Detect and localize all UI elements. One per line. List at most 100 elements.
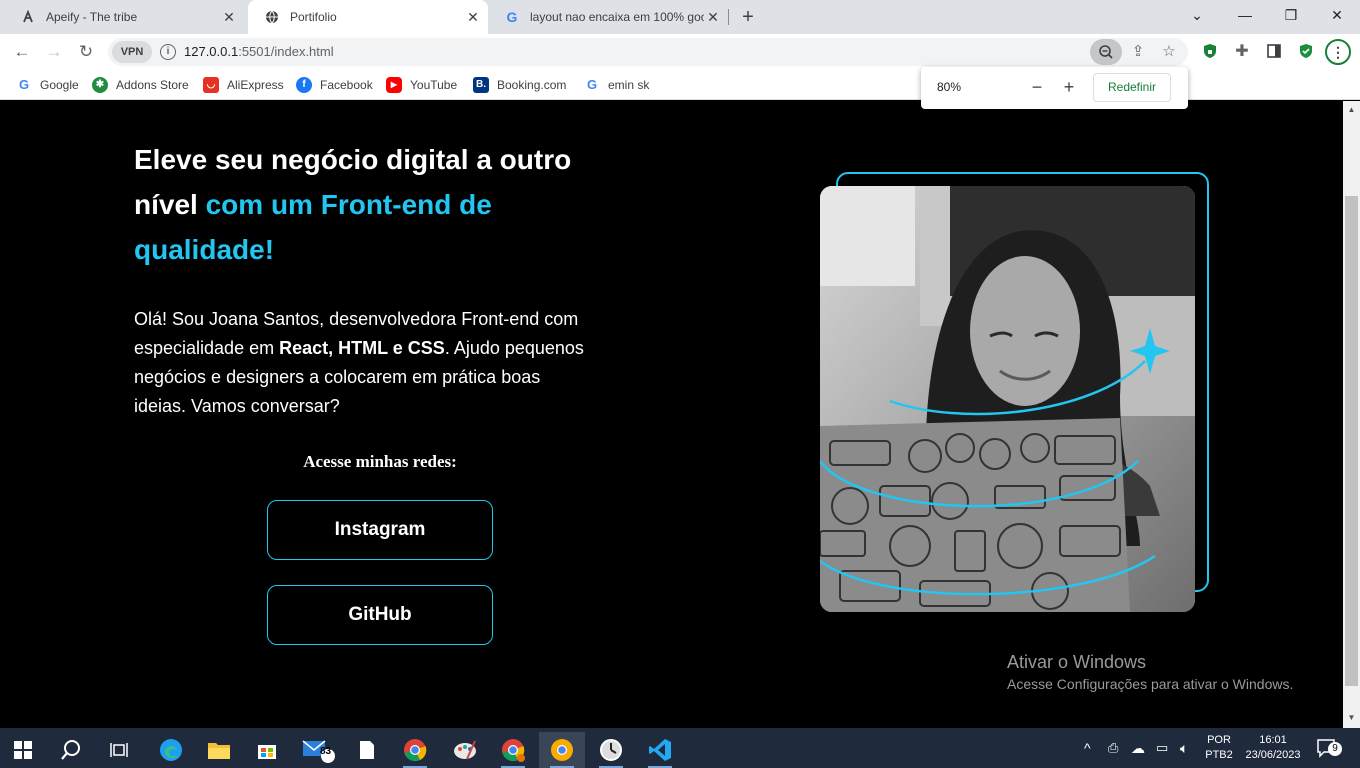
shield-extension-icon[interactable] xyxy=(1201,43,1219,61)
youtube-icon: ▶ xyxy=(386,77,402,93)
tab-separator xyxy=(728,9,729,25)
google-icon: G xyxy=(506,9,518,25)
profile-photo-illustration xyxy=(820,186,1195,612)
chrome-profile-taskbar-button[interactable] xyxy=(490,732,536,768)
notepad-taskbar-button[interactable] xyxy=(344,732,390,768)
close-tab-icon[interactable]: ✕ xyxy=(464,8,482,26)
side-panel-icon[interactable] xyxy=(1265,43,1283,61)
edge-icon xyxy=(160,739,182,761)
adblock-shield-icon[interactable] xyxy=(1297,43,1315,61)
restore-button[interactable]: ❐ xyxy=(1268,0,1314,30)
edge-taskbar-button[interactable] xyxy=(148,732,194,768)
volume-icon[interactable]: 🔈︎ xyxy=(1180,728,1188,768)
url-host: 127.0.0.1 xyxy=(184,44,239,59)
task-view-button[interactable] xyxy=(96,732,142,768)
mail-taskbar-button[interactable]: 83 xyxy=(296,732,342,768)
windows-activation-watermark: Ativar o Windows Acesse Configurações pa… xyxy=(1007,652,1293,692)
reload-button[interactable]: ↻ xyxy=(76,42,96,62)
clock-icon xyxy=(600,739,622,761)
intro-skills: React, HTML e CSS xyxy=(279,338,445,358)
instagram-button[interactable]: Instagram xyxy=(267,500,493,560)
zoom-in-button[interactable]: + xyxy=(1058,76,1080,98)
language-code: POR xyxy=(1207,734,1231,746)
device-icon[interactable]: ⎙ xyxy=(1108,728,1118,768)
vscode-icon xyxy=(649,739,671,761)
browser-menu-button[interactable]: ⋮ xyxy=(1325,39,1351,65)
site-info-icon[interactable]: i xyxy=(160,44,176,60)
bookmark-booking[interactable]: B. Booking.com xyxy=(473,76,566,94)
page-viewport: Eleve seu negócio digital a outro nível … xyxy=(0,101,1343,728)
browser-toolbar: ← → ↻ VPN i 127.0.0.1:5501/index.html ⇪ … xyxy=(0,34,1360,70)
extensions-puzzle-icon[interactable]: ✚ xyxy=(1233,43,1251,61)
github-button[interactable]: GitHub xyxy=(267,585,493,645)
close-tab-icon[interactable]: ✕ xyxy=(704,8,722,26)
show-hidden-icons-button[interactable]: ^ xyxy=(1084,728,1091,768)
addons-store-icon: ✱ xyxy=(92,77,108,93)
search-button[interactable] xyxy=(48,732,94,768)
zoom-magnifier-icon xyxy=(1099,45,1113,59)
bookmark-addons-store[interactable]: ✱ Addons Store xyxy=(92,76,189,94)
store-taskbar-button[interactable] xyxy=(244,732,290,768)
zoom-out-button[interactable]: − xyxy=(1026,76,1048,98)
zoom-popup: 80% − + Redefinir xyxy=(921,67,1188,109)
address-bar[interactable]: VPN i 127.0.0.1:5501/index.html ⇪ ☆ xyxy=(108,38,1188,66)
network-icon[interactable]: ▭ xyxy=(1156,728,1168,768)
globe-icon xyxy=(264,9,280,25)
facebook-icon: f xyxy=(296,77,312,93)
clock-app-taskbar-button[interactable] xyxy=(588,732,634,768)
onedrive-cloud-icon[interactable]: ☁ xyxy=(1131,728,1145,768)
forward-button[interactable]: → xyxy=(44,42,64,62)
bookmark-label: Addons Store xyxy=(116,78,189,92)
chrome-icon xyxy=(502,739,525,762)
clock[interactable]: 16:01 23/06/2023 xyxy=(1240,728,1306,768)
bookmark-facebook[interactable]: f Facebook xyxy=(296,76,373,94)
input-language-indicator[interactable]: POR PTB2 xyxy=(1200,728,1238,768)
google-icon: G xyxy=(586,77,598,92)
zoom-indicator-button[interactable] xyxy=(1090,39,1122,65)
bookmark-label: Booking.com xyxy=(497,78,567,92)
notifications-button[interactable]: 9 xyxy=(1316,728,1342,768)
close-tab-icon[interactable]: ✕ xyxy=(220,8,238,26)
bookmark-star-icon[interactable]: ☆ xyxy=(1160,43,1178,61)
file-explorer-taskbar-button[interactable] xyxy=(196,732,242,768)
clock-time: 16:01 xyxy=(1259,734,1287,746)
zoom-reset-button[interactable]: Redefinir xyxy=(1093,73,1171,102)
start-button[interactable] xyxy=(0,732,46,768)
bookmark-google[interactable]: G Google xyxy=(16,76,79,94)
tab-search-icon[interactable]: ⌄ xyxy=(1174,0,1220,30)
profile-photo xyxy=(820,186,1195,612)
activation-subtitle: Acesse Configurações para ativar o Windo… xyxy=(1007,676,1294,692)
search-icon xyxy=(61,740,80,760)
vscode-taskbar-button[interactable] xyxy=(637,732,683,768)
new-tab-button[interactable]: + xyxy=(737,6,759,28)
activation-title: Ativar o Windows xyxy=(1007,652,1147,672)
bookmark-youtube[interactable]: ▶ YouTube xyxy=(386,76,457,94)
tab-google-search[interactable]: G layout nao encaixa em 100% goo ✕ xyxy=(488,0,728,34)
bookmark-label: YouTube xyxy=(410,78,458,92)
chrome-taskbar-button[interactable] xyxy=(392,732,438,768)
url-path: :5501/index.html xyxy=(238,44,334,59)
close-window-button[interactable]: ✕ xyxy=(1314,0,1360,30)
page-scrollbar[interactable]: ▲ ▼ xyxy=(1343,101,1360,728)
tab-portfolio[interactable]: Portifolio ✕ xyxy=(248,0,488,34)
url-text[interactable]: 127.0.0.1:5501/index.html xyxy=(184,44,334,59)
chrome-canary-taskbar-button[interactable] xyxy=(539,732,585,768)
vpn-badge[interactable]: VPN xyxy=(112,41,152,63)
scroll-up-arrow-icon[interactable]: ▲ xyxy=(1346,105,1357,115)
tab-apeify[interactable]: Apeify - The tribe ✕ xyxy=(4,0,244,34)
mail-badge: 83 xyxy=(320,746,332,757)
paint-taskbar-button[interactable] xyxy=(442,732,488,768)
keyboard-layout: PTB2 xyxy=(1205,749,1233,761)
minimize-button[interactable]: — xyxy=(1222,0,1268,30)
intro-paragraph: Olá! Sou Joana Santos, desenvolvedora Fr… xyxy=(134,305,594,421)
share-icon[interactable]: ⇪ xyxy=(1129,43,1147,61)
bookmark-label: AliExpress xyxy=(227,78,284,92)
bookmark-aliexpress[interactable]: ◡ AliExpress xyxy=(203,76,284,94)
apeify-favicon-icon xyxy=(20,9,36,25)
scroll-down-arrow-icon[interactable]: ▼ xyxy=(1346,713,1357,723)
back-button[interactable]: ← xyxy=(12,42,32,62)
document-icon xyxy=(360,741,374,759)
bookmark-emin-sk[interactable]: Gemin sk xyxy=(584,76,649,94)
windows-taskbar: 83 ^ ⎙ ☁ ▭ 🔈︎ POR PTB2 16:01 23/06/2023 … xyxy=(0,728,1360,768)
scroll-thumb[interactable] xyxy=(1345,196,1358,686)
